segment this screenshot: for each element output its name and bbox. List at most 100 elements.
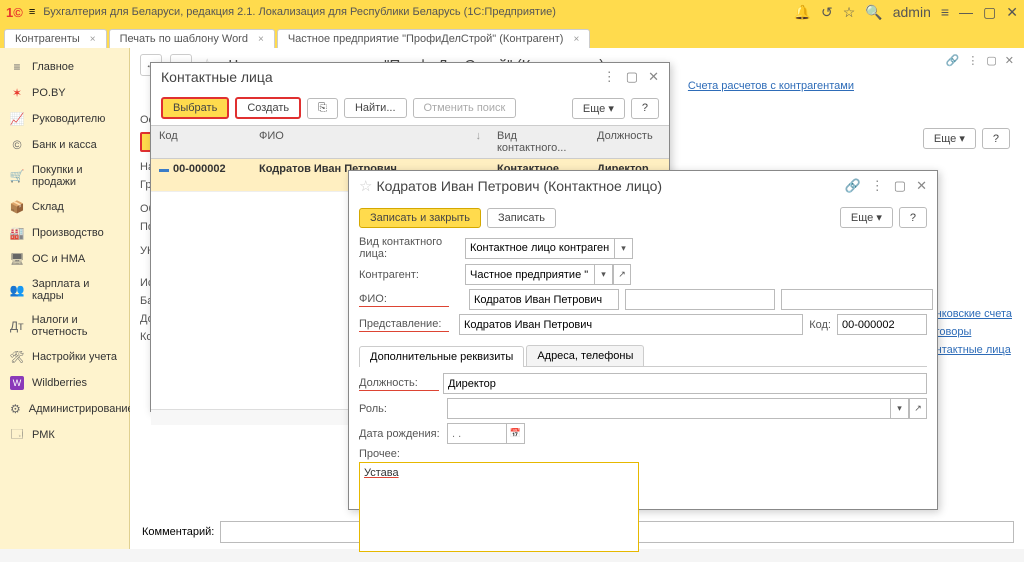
modal-title: Контактные лица — [161, 69, 273, 85]
create-button[interactable]: Создать — [235, 97, 301, 119]
birthdate-input[interactable] — [447, 423, 507, 444]
link-contact-persons[interactable]: онтактные лица — [930, 344, 1013, 356]
tab-details[interactable]: Дополнительные реквизиты — [359, 346, 524, 367]
comment-label: Комментарий: — [142, 526, 214, 538]
sidebar-item-hr[interactable]: 👥Зарплата и кадры — [0, 272, 129, 308]
sidebar-item-manager[interactable]: 📈Руководителю — [0, 106, 129, 132]
label-position: Должность: — [359, 377, 439, 391]
link-settlement[interactable]: Счета расчетов с контрагентами — [688, 80, 854, 92]
tab-label: Частное предприятие "ПрофиДелСтрой" (Кон… — [288, 33, 564, 45]
other-textarea[interactable] — [359, 462, 639, 552]
help-button[interactable]: ? — [631, 98, 659, 119]
label-code: Код: — [809, 319, 831, 331]
modal-title: Кодратов Иван Петрович (Контактное лицо) — [376, 178, 662, 194]
history-icon[interactable]: ↺ — [821, 4, 833, 21]
sidebar-item-admin[interactable]: ⚙Администрирование — [0, 396, 129, 422]
sidebar-item-settings[interactable]: 🛠Настройки учета — [0, 344, 129, 370]
factory-icon: 🏭 — [10, 226, 24, 240]
settings-icon[interactable]: ≡ — [941, 4, 949, 20]
copy-button[interactable]: ⎘ — [307, 98, 338, 119]
sidebar-item-sales[interactable]: 🛒Покупки и продажи — [0, 158, 129, 194]
link-icon[interactable]: 🔗 — [946, 54, 960, 67]
box-icon: 📦 — [10, 200, 24, 214]
more-button[interactable]: Еще ▾ — [840, 207, 893, 228]
close-icon[interactable]: ✕ — [1006, 4, 1018, 21]
close-icon[interactable]: ✕ — [916, 178, 927, 194]
dropdown-button[interactable]: ▾ — [595, 264, 613, 285]
sidebar-item-poby[interactable]: ✶PO.BY — [0, 80, 129, 106]
close-icon[interactable]: ✕ — [648, 69, 659, 85]
maximize-icon[interactable]: ▢ — [626, 69, 638, 85]
open-button[interactable]: ↗ — [909, 398, 927, 419]
find-button[interactable]: Найти... — [344, 98, 407, 118]
sidebar-item-tax[interactable]: ДтНалоги и отчетность — [0, 308, 129, 344]
link-bank-accounts[interactable]: анковские счета — [930, 308, 1013, 320]
app-tab[interactable]: Частное предприятие "ПрофиДелСтрой" (Кон… — [277, 29, 590, 48]
more-icon[interactable]: ⋮ — [603, 69, 616, 85]
maximize-icon[interactable]: ▢ — [894, 178, 906, 194]
position-input[interactable] — [443, 373, 927, 394]
select-button[interactable]: Выбрать — [161, 97, 229, 119]
save-button[interactable]: Записать — [487, 208, 556, 228]
tab-close-icon[interactable]: × — [573, 34, 579, 45]
tab-addresses[interactable]: Адреса, телефоны — [526, 345, 644, 366]
app-tab[interactable]: Контрагенты× — [4, 29, 107, 48]
dropdown-button[interactable]: ▾ — [615, 238, 633, 259]
dropdown-button[interactable]: ▾ — [891, 398, 909, 419]
more-button[interactable]: Еще ▾ — [572, 98, 625, 119]
title-bar-text: Бухгалтерия для Беларуси, редакция 2.1. … — [43, 6, 793, 18]
open-button[interactable]: ↗ — [613, 264, 631, 285]
help-button[interactable]: ? — [982, 128, 1010, 149]
admin-label[interactable]: admin — [893, 4, 931, 20]
star-icon[interactable]: ☆ — [843, 4, 856, 21]
tab-close-icon[interactable]: × — [258, 34, 264, 45]
role-input[interactable] — [447, 398, 891, 419]
sidebar: ≡Главное ✶PO.BY 📈Руководителю ©Банк и ка… — [0, 48, 130, 549]
sidebar-item-label: ОС и НМА — [32, 253, 85, 265]
sidebar-item-rmk[interactable]: 🗔РМК — [0, 422, 129, 448]
calendar-icon[interactable]: 📅 — [507, 423, 525, 444]
more-button[interactable]: Еще ▾ — [923, 128, 976, 149]
sidebar-item-bank[interactable]: ©Банк и касса — [0, 132, 129, 158]
save-close-button[interactable]: Записать и закрыть — [359, 208, 481, 228]
sidebar-item-production[interactable]: 🏭Производство — [0, 220, 129, 246]
minimize-icon[interactable]: — — [959, 4, 973, 20]
hamburger-icon[interactable]: ≡ — [29, 6, 35, 18]
maximize-icon[interactable]: ▢ — [983, 4, 996, 21]
col-kind[interactable]: Вид контактного... — [489, 126, 589, 158]
sidebar-item-wb[interactable]: WWildberries — [0, 370, 129, 396]
app-tab[interactable]: Печать по шаблону Word× — [109, 29, 275, 48]
close-page-icon[interactable]: ✕ — [1005, 54, 1014, 67]
code-input[interactable] — [837, 314, 927, 335]
col-label: ФИО — [259, 130, 284, 142]
favorite-star-icon[interactable]: ☆ — [359, 177, 372, 195]
poby-icon: ✶ — [10, 86, 24, 100]
fio-input[interactable] — [469, 289, 619, 310]
pin-icon[interactable]: ▢ — [986, 54, 996, 67]
link-contracts[interactable]: оговоры — [930, 326, 1013, 338]
more-icon[interactable]: ⋮ — [967, 54, 978, 67]
link-icon[interactable]: 🔗 — [845, 178, 861, 194]
inner-tabs: Дополнительные реквизиты Адреса, телефон… — [359, 345, 927, 367]
help-button[interactable]: ? — [899, 207, 927, 228]
wb-icon: W — [10, 376, 24, 390]
gear-icon: ⚙ — [10, 402, 21, 416]
sidebar-item-warehouse[interactable]: 📦Склад — [0, 194, 129, 220]
col-fio[interactable]: ФИО↓ — [251, 126, 489, 158]
fio-input-3[interactable] — [781, 289, 933, 310]
representation-input[interactable] — [459, 314, 803, 335]
more-icon[interactable]: ⋮ — [871, 178, 884, 194]
search-icon[interactable]: 🔍 — [865, 4, 882, 21]
counterparty-input[interactable] — [465, 264, 595, 285]
tab-close-icon[interactable]: × — [90, 34, 96, 45]
col-code[interactable]: Код — [151, 126, 251, 158]
bell-icon[interactable]: 🔔 — [794, 4, 811, 21]
kind-input[interactable] — [465, 238, 615, 259]
sidebar-item-main[interactable]: ≡Главное — [0, 54, 129, 80]
cancel-find-button[interactable]: Отменить поиск — [413, 98, 517, 118]
col-position[interactable]: Должность — [589, 126, 669, 158]
table-header: Код ФИО↓ Вид контактного... Должность — [151, 125, 669, 159]
fio-input-2[interactable] — [625, 289, 775, 310]
sidebar-item-assets[interactable]: 🖥ОС и НМА — [0, 246, 129, 272]
label-other: Прочее: — [359, 448, 465, 460]
